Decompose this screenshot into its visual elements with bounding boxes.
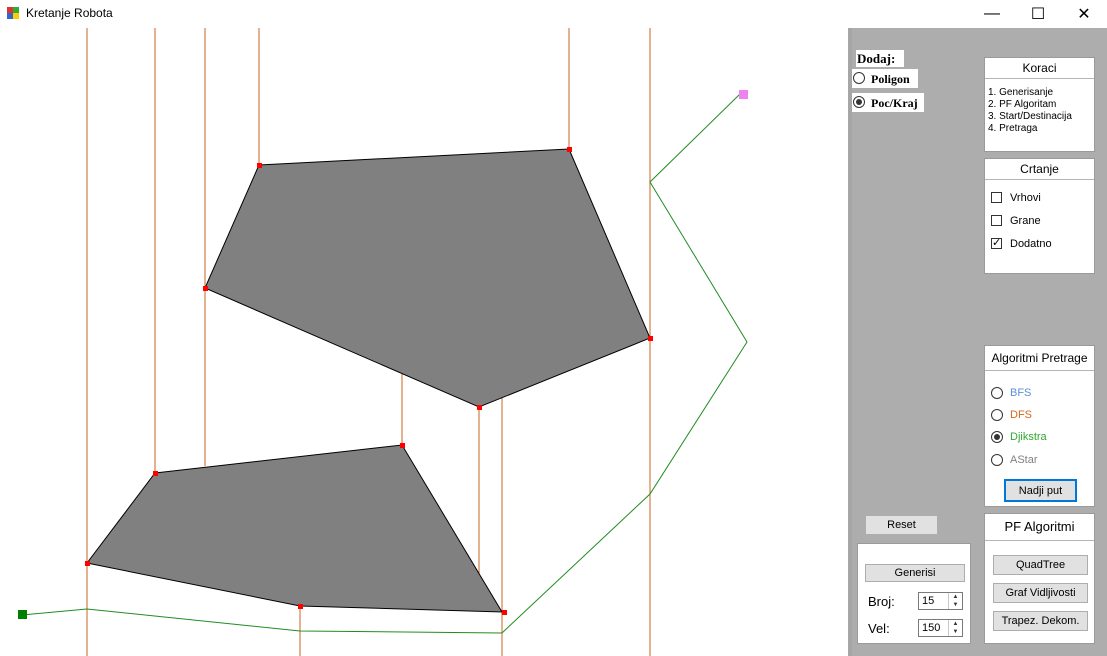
radio-astar-label: AStar (1010, 454, 1038, 466)
close-icon: ✕ (1077, 6, 1091, 23)
vertex-marker (648, 336, 653, 341)
minimize-icon: — (984, 5, 1000, 22)
generisi-button[interactable]: Generisi (865, 564, 965, 582)
obstacle-polygon (86, 444, 503, 613)
checkbox-grane[interactable]: Grane (991, 214, 1086, 230)
radio-djikstra-label: Djikstra (1010, 431, 1047, 443)
end-marker (739, 90, 748, 99)
algoritmi-box: Algoritmi Pretrage BFS DFS Djikstra ASta… (984, 345, 1095, 507)
checkbox-vrhovi[interactable]: Vrhovi (991, 191, 1086, 207)
broj-label: Broj: (868, 594, 895, 609)
close-button[interactable]: ✕ (1061, 0, 1107, 28)
radio-poc-kraj[interactable]: Poc/Kraj (852, 93, 924, 112)
stepper-down-icon[interactable]: ▼ (949, 601, 962, 609)
stepper-up-icon[interactable]: ▲ (949, 593, 962, 601)
crtanje-box: Crtanje Vrhovi Grane Dodatno (984, 158, 1095, 274)
start-marker (18, 610, 27, 619)
nadji-put-button[interactable]: Nadji put (1004, 479, 1077, 502)
vertex-marker (85, 561, 90, 566)
obstacle-polygon (204, 148, 651, 408)
pf-algoritmi-title: PF Algoritmi (985, 514, 1094, 541)
radio-dfs-label: DFS (1010, 409, 1032, 421)
minimize-button[interactable]: — (969, 0, 1015, 28)
radio-bfs-circle (991, 387, 1003, 399)
koraci-title: Koraci (985, 58, 1094, 79)
maximize-button[interactable]: ☐ (1015, 0, 1061, 28)
drawing-canvas[interactable] (0, 28, 848, 656)
dodaj-title: Dodaj: (857, 51, 896, 66)
radio-bfs[interactable]: BFS (991, 387, 1086, 403)
radio-poc-kraj-circle (853, 96, 865, 108)
radio-poligon-circle (853, 72, 865, 84)
broj-stepper-arrows: ▲ ▼ (948, 593, 962, 609)
vel-label: Vel: (868, 621, 890, 636)
generator-box: Generisi Broj: 15 ▲ ▼ Vel: 150 ▲ ▼ (857, 543, 971, 644)
graf-vidljivosti-button[interactable]: Graf Vidljivosti (993, 583, 1088, 603)
title-bar: Kretanje Robota — ☐ ✕ (0, 0, 1107, 28)
checkbox-vrhovi-label: Vrhovi (1010, 192, 1041, 204)
crtanje-title: Crtanje (985, 159, 1094, 180)
maximize-icon: ☐ (1030, 6, 1046, 23)
vertex-marker (298, 604, 303, 609)
trapez-dekom-button[interactable]: Trapez. Dekom. (993, 611, 1088, 631)
checkbox-grane-box (991, 215, 1002, 226)
checkbox-vrhovi-box (991, 192, 1002, 203)
algoritmi-title: Algoritmi Pretrage (985, 346, 1094, 371)
radio-poc-kraj-label: Poc/Kraj (871, 96, 918, 110)
window-title: Kretanje Robota (26, 6, 113, 20)
vertex-marker (502, 610, 507, 615)
radio-bfs-label: BFS (1010, 387, 1032, 399)
radio-astar-circle (991, 454, 1003, 466)
stepper-down-icon[interactable]: ▼ (949, 628, 962, 636)
koraci-step: 4. Pretraga (988, 123, 1038, 134)
vel-stepper[interactable]: 150 ▲ ▼ (918, 619, 963, 637)
dodaj-label-bg: Dodaj: (856, 50, 904, 67)
vertex-marker (257, 163, 262, 168)
radio-dfs-circle (991, 409, 1003, 421)
control-panel: Dodaj: Poligon Poc/Kraj Koraci 1. Generi… (852, 28, 1107, 656)
vertex-marker (400, 443, 405, 448)
radio-poligon[interactable]: Poligon (852, 69, 918, 88)
radio-astar[interactable]: AStar (991, 454, 1086, 470)
vertex-marker (153, 471, 158, 476)
checkbox-dodatno-label: Dodatno (1010, 238, 1052, 250)
koraci-step: 3. Start/Destinacija (988, 111, 1072, 122)
quadtree-button[interactable]: QuadTree (993, 555, 1088, 575)
radio-dfs[interactable]: DFS (991, 409, 1086, 425)
koraci-step: 1. Generisanje (988, 87, 1054, 98)
checkbox-dodatno[interactable]: Dodatno (991, 236, 1086, 253)
stepper-up-icon[interactable]: ▲ (949, 620, 962, 628)
radio-djikstra[interactable]: Djikstra (991, 431, 1086, 447)
vertex-marker (477, 405, 482, 410)
checkbox-dodatno-box (991, 236, 1002, 249)
vertex-marker (203, 286, 208, 291)
checkbox-grane-label: Grane (1010, 215, 1041, 227)
app-icon (7, 7, 19, 19)
koraci-step: 2. PF Algoritam (988, 99, 1057, 110)
vel-stepper-arrows: ▲ ▼ (948, 620, 962, 636)
radio-poligon-label: Poligon (871, 72, 910, 86)
radio-djikstra-circle (991, 431, 1003, 443)
koraci-box: Koraci 1. Generisanje 2. PF Algoritam 3.… (984, 57, 1095, 152)
pf-algoritmi-box: PF Algoritmi QuadTree Graf Vidljivosti T… (984, 513, 1095, 644)
vertex-marker (567, 147, 572, 152)
vel-value: 150 (922, 622, 941, 634)
broj-value: 15 (922, 595, 935, 607)
broj-stepper[interactable]: 15 ▲ ▼ (918, 592, 963, 610)
reset-button[interactable]: Reset (865, 515, 938, 535)
